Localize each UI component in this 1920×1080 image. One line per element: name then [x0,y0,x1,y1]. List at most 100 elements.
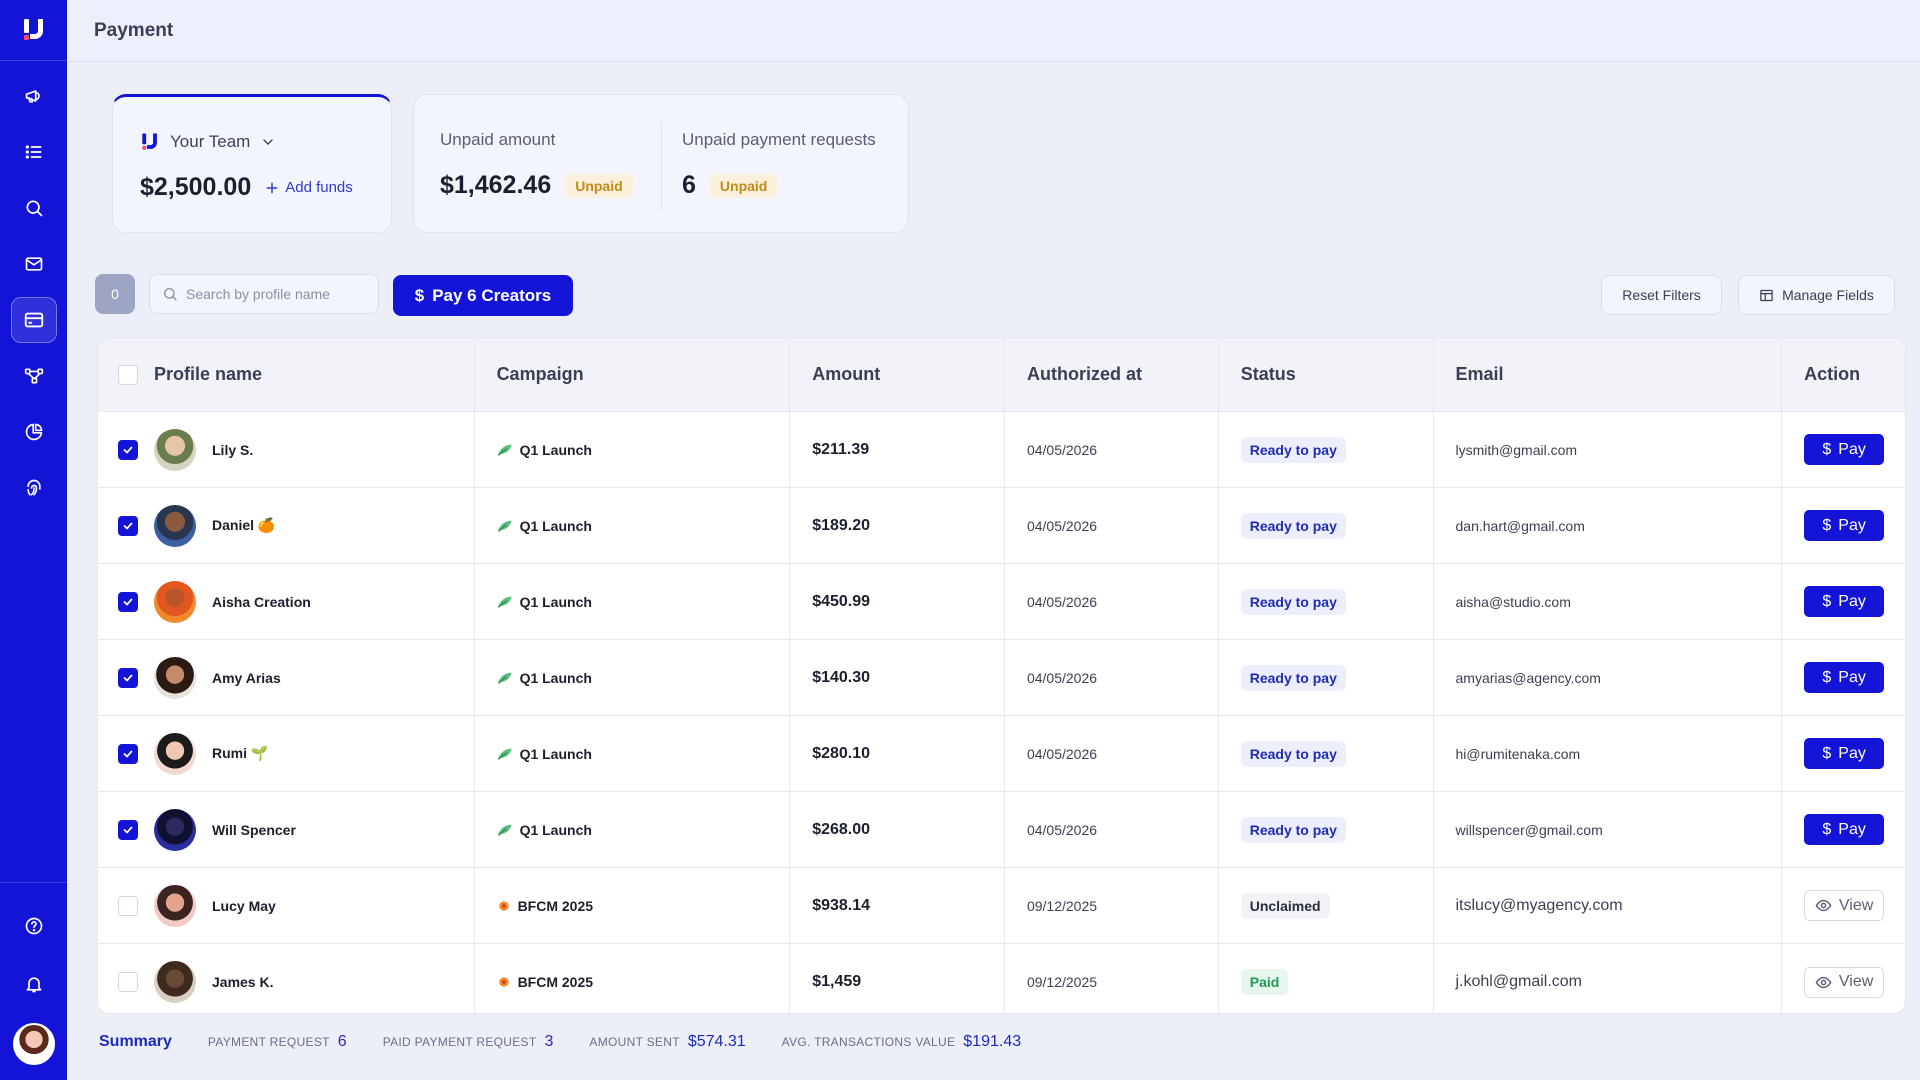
authorized-cell: 04/05/2026 [1005,716,1219,791]
column-amount[interactable]: Amount [790,338,1005,411]
help-button[interactable] [11,903,57,949]
avatar[interactable] [154,580,196,623]
column-campaign[interactable]: Campaign [475,338,791,411]
campaign-name[interactable]: Q1 Launch [497,518,592,534]
row-checkbox[interactable] [118,895,138,916]
row-checkbox[interactable] [118,667,138,688]
sidebar-item-campaigns[interactable] [11,73,57,119]
row-checkbox[interactable] [118,439,138,460]
table-row[interactable]: Will Spencer Q1 Launch $268.00 04/05/202… [98,792,1905,868]
sidebar-item-search[interactable] [11,185,57,231]
pay-button[interactable]: $ Pay [1804,434,1885,465]
table-row[interactable]: Daniel 🍊 Q1 Launch $189.20 04/05/2026 Re… [98,488,1905,564]
campaign-name[interactable]: Q1 Launch [497,594,592,610]
profile-name[interactable]: Lucy May [212,898,276,914]
team-selector[interactable]: Your Team [140,132,276,152]
pay-button[interactable]: $ Pay [1804,662,1885,693]
sidebar-item-analytics[interactable] [11,409,57,455]
table-header: Profile name Campaign Amount Authorized … [98,338,1905,412]
column-authorized-at[interactable]: Authorized at [1005,338,1219,411]
pay-creators-button[interactable]: $ Pay 6 Creators [393,275,573,316]
add-funds-button[interactable]: Add funds [265,179,353,196]
search-box[interactable] [149,274,379,314]
email-cell: amyarias@agency.com [1434,640,1783,715]
status-cell: Ready to pay [1219,412,1434,487]
profile-name[interactable]: James K. [212,974,273,990]
row-checkbox[interactable] [118,743,138,764]
campaign-name[interactable]: BFCM 2025 [497,898,593,914]
status-badge: Ready to pay [1240,816,1346,843]
profile-name-text: Lily S. [212,441,254,458]
table-row[interactable]: Aisha Creation Q1 Launch $450.99 04/05/2… [98,564,1905,640]
reset-filters-button[interactable]: Reset Filters [1601,275,1722,315]
amount-cell: $140.30 [790,640,1005,715]
profile-name-text: Aisha Creation [212,593,311,610]
column-status[interactable]: Status [1219,338,1434,411]
dollar-icon: $ [1822,820,1832,838]
user-avatar[interactable] [12,1023,55,1065]
avatar[interactable] [154,428,196,471]
campaign-cell: BFCM 2025 [475,868,791,943]
notifications-button[interactable] [11,961,57,1007]
profile-name[interactable]: Daniel 🍊 [212,517,275,534]
profile-name[interactable]: Will Spencer [212,822,296,838]
summary-value: $191.43 [963,1033,1022,1050]
avatar[interactable] [154,732,196,775]
amount-cell: $938.14 [790,868,1005,943]
row-checkbox[interactable] [118,819,138,840]
sidebar-item-workflows[interactable] [11,353,57,399]
avatar[interactable] [154,961,196,1003]
profile-name[interactable]: Lily S. [212,442,253,458]
campaign-name[interactable]: BFCM 2025 [497,974,593,990]
authorized-cell: 04/05/2026 [1005,412,1219,487]
row-checkbox[interactable] [118,972,138,992]
search-input[interactable] [186,286,356,302]
select-all-checkbox[interactable] [118,364,138,385]
campaign-label: Q1 Launch [519,821,592,838]
view-label: View [1838,973,1874,990]
avatar[interactable] [154,656,196,699]
sidebar-item-identity[interactable] [11,465,57,511]
summary-label: AMOUNT SENT [589,1035,680,1049]
summary-value: 3 [544,1033,554,1050]
add-funds-label: Add funds [285,179,353,196]
payments-table: Profile name Campaign Amount Authorized … [97,337,1906,1014]
avatar[interactable] [154,504,196,547]
manage-fields-button[interactable]: Manage Fields [1738,275,1895,315]
check-icon [123,674,133,681]
unpaid-summary-card: Unpaid amount $1,462.46 Unpaid Unpaid pa… [413,94,909,233]
table-row[interactable]: James K. BFCM 2025 $1,459 09/12/2025 Pai… [98,944,1905,1013]
row-checkbox[interactable] [118,591,138,612]
table-row[interactable]: Lucy May BFCM 2025 $938.14 09/12/2025 Un… [98,868,1905,944]
view-button[interactable]: View [1804,966,1885,998]
campaign-name[interactable]: Q1 Launch [497,746,592,762]
pay-button[interactable]: $ Pay [1804,586,1885,617]
campaign-name[interactable]: Q1 Launch [497,442,592,458]
campaign-cell: Q1 Launch [475,412,791,487]
pay-button[interactable]: $ Pay [1804,510,1885,541]
row-checkbox[interactable] [118,515,138,536]
pay-button[interactable]: $ Pay [1804,814,1885,845]
sidebar-item-lists[interactable] [11,129,57,175]
table-row[interactable]: Lily S. Q1 Launch $211.39 04/05/2026 Rea… [98,412,1905,488]
column-email[interactable]: Email [1434,338,1783,411]
table-row[interactable]: Amy Arias Q1 Launch $140.30 04/05/2026 R… [98,640,1905,716]
check-icon [123,598,133,605]
profile-name[interactable]: Rumi 🌱 [212,745,268,762]
avatar[interactable] [154,884,196,927]
status-cell: Ready to pay [1219,716,1434,791]
brand-logo[interactable] [0,0,67,61]
sidebar-item-payments[interactable] [10,297,57,343]
profile-name[interactable]: Amy Arias [212,670,281,686]
authorized-date: 04/05/2026 [1026,821,1098,838]
campaign-name[interactable]: Q1 Launch [497,670,592,686]
status-cell: Ready to pay [1219,792,1434,867]
dollar-icon: $ [1822,440,1832,458]
avatar[interactable] [154,808,196,851]
campaign-name[interactable]: Q1 Launch [497,822,592,838]
pay-button[interactable]: $ Pay [1804,738,1885,769]
table-row[interactable]: Rumi 🌱 Q1 Launch $280.10 04/05/2026 Read… [98,716,1905,792]
view-button[interactable]: View [1804,890,1885,921]
sidebar-item-inbox[interactable] [11,241,57,287]
profile-name[interactable]: Aisha Creation [212,594,311,610]
